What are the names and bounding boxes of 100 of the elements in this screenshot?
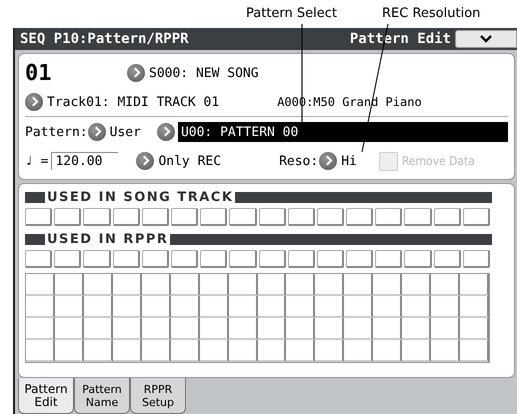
grid-cell xyxy=(200,250,228,268)
grid-cell xyxy=(54,208,82,226)
grid-cell xyxy=(170,250,198,268)
grid-cell xyxy=(431,318,460,340)
grid-cell xyxy=(373,340,402,362)
grid-cell xyxy=(229,208,256,226)
grid-cell xyxy=(460,318,489,340)
grid-cell xyxy=(460,274,489,296)
grid-cell xyxy=(460,340,489,362)
grid-cell xyxy=(344,296,374,318)
header-marker xyxy=(25,192,45,202)
grid-cell xyxy=(431,340,460,362)
grid-cell xyxy=(84,274,113,296)
grid-cell xyxy=(258,296,286,318)
grid-cell xyxy=(112,274,142,296)
grid-cell xyxy=(434,250,461,268)
grid-cell xyxy=(170,296,200,318)
grid-cell xyxy=(142,318,171,340)
grid-cell xyxy=(431,296,460,318)
grid-cell xyxy=(344,340,374,362)
tempo-field[interactable]: 120.00 xyxy=(51,152,118,170)
grid-cell xyxy=(26,318,55,340)
grid-cell xyxy=(200,208,228,226)
tab[interactable]: Pattern Name xyxy=(74,378,130,414)
grid-cell xyxy=(402,318,432,340)
grid-cell xyxy=(286,274,316,296)
grid-cell xyxy=(431,274,460,296)
grid-cell xyxy=(142,340,171,362)
grid-cell xyxy=(402,296,432,318)
grid-cell xyxy=(84,296,113,318)
grid-cell xyxy=(228,274,258,296)
grid-cell xyxy=(373,274,402,296)
grid-cell xyxy=(288,208,315,226)
grid-cell xyxy=(316,250,344,268)
header-marker xyxy=(25,234,45,244)
grid-cell xyxy=(170,318,200,340)
grid-cell xyxy=(229,250,256,268)
mode-title: Pattern Edit xyxy=(350,31,451,47)
grid-cell xyxy=(286,296,316,318)
grid-cell xyxy=(315,274,344,296)
grid-cell xyxy=(462,208,490,226)
grid-cell xyxy=(54,318,84,340)
track-select[interactable]: Track01: MIDI TRACK 01 xyxy=(25,93,220,111)
grid-cell xyxy=(142,250,169,268)
grid-cell xyxy=(26,274,55,296)
grid-cell xyxy=(170,208,198,226)
grid-cell xyxy=(54,340,84,362)
grid-cell xyxy=(286,318,316,340)
grid-cell xyxy=(373,318,402,340)
bank-select[interactable]: User xyxy=(88,123,141,141)
grid-cell xyxy=(112,340,142,362)
grid-cell xyxy=(112,208,140,226)
grid-cell xyxy=(25,208,52,226)
grid-cell xyxy=(112,318,142,340)
grid-cell xyxy=(346,250,374,268)
callout-label: REC Resolution xyxy=(382,6,480,21)
grid-cell xyxy=(346,208,374,226)
grid-cell xyxy=(315,296,344,318)
tempo-label: ♩ = xyxy=(25,154,48,168)
grid-cell xyxy=(375,250,402,268)
grid-cell xyxy=(170,274,200,296)
section-title: USED IN RPPR xyxy=(47,232,168,246)
grid-cell xyxy=(142,296,171,318)
grid-cell xyxy=(26,340,55,362)
grid-cell xyxy=(258,274,286,296)
grid-cell xyxy=(25,250,52,268)
chevron-icon xyxy=(480,35,492,43)
grid-cell xyxy=(54,274,84,296)
grid-cell xyxy=(402,274,432,296)
song-number: 01 xyxy=(25,60,52,86)
grid-cell xyxy=(258,208,286,226)
section-title: USED IN SONG TRACK xyxy=(47,190,234,204)
grid-cell xyxy=(83,250,111,268)
grid-cell xyxy=(286,340,316,362)
grid-cell xyxy=(54,296,84,318)
tab[interactable]: RPPR Setup xyxy=(130,378,186,414)
grid-cell xyxy=(258,340,286,362)
song-select[interactable]: S000: NEW SONG xyxy=(127,64,259,82)
grid-cell xyxy=(112,296,142,318)
grid-cell xyxy=(258,250,286,268)
grid-cell xyxy=(462,250,490,268)
grid-cell xyxy=(83,208,111,226)
grid-cell xyxy=(84,318,113,340)
reso-label: Reso: xyxy=(279,154,318,168)
pattern-field[interactable]: U00: PATTERN 00 xyxy=(178,122,508,142)
grid-cell xyxy=(373,296,402,318)
grid-cell xyxy=(200,318,229,340)
checkbox-label: Remove Data xyxy=(402,154,475,168)
menu-button[interactable] xyxy=(455,30,517,48)
grid-cell xyxy=(315,318,344,340)
grid-cell xyxy=(228,340,258,362)
reso-select[interactable]: Hi xyxy=(319,152,357,170)
grid-cell xyxy=(112,250,140,268)
grid-cell xyxy=(404,208,432,226)
grid-cell xyxy=(200,296,229,318)
grid-cell xyxy=(316,208,344,226)
tab[interactable]: Pattern Edit xyxy=(18,378,74,414)
rec-mode-select[interactable]: Only REC xyxy=(136,152,222,170)
grid-cell xyxy=(54,250,82,268)
grid-cell xyxy=(434,208,461,226)
